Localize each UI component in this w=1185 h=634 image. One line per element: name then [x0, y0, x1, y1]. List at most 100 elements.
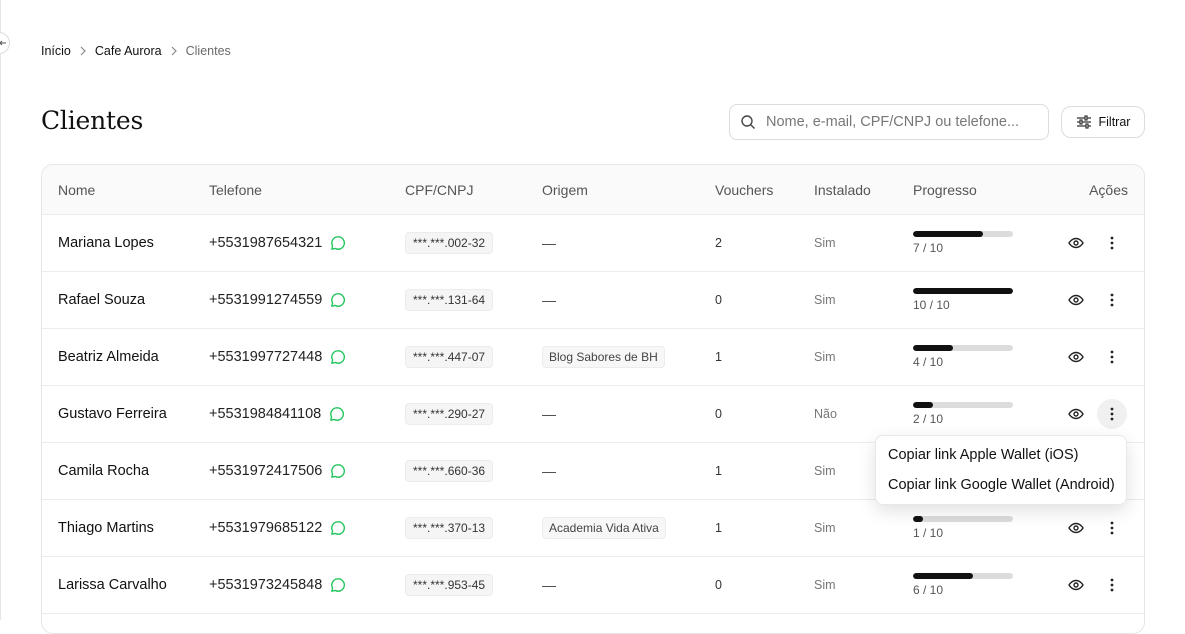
client-phone: +5531987654321 — [209, 235, 346, 251]
client-phone-number: +5531973245848 — [209, 576, 323, 593]
eye-icon[interactable] — [1068, 520, 1084, 536]
copy-apple-wallet-link[interactable]: Copiar link Apple Wallet (iOS) — [876, 440, 1126, 470]
progress-bar-fill — [913, 344, 953, 351]
progress-bar — [913, 401, 1013, 408]
client-phone-number: +5531991274559 — [209, 291, 323, 308]
clients-table: Nome Telefone CPF/CNPJ Origem Vouchers I… — [41, 164, 1145, 634]
breadcrumb-business[interactable]: Cafe Aurora — [95, 44, 162, 58]
kebab-icon[interactable] — [1097, 570, 1127, 600]
client-progress: 7 / 10 — [913, 230, 1013, 255]
client-cpf: ***.***.660-36 — [405, 459, 494, 482]
chevron-right-icon — [170, 46, 178, 56]
progress-bar — [913, 515, 1013, 522]
whatsapp-icon[interactable] — [330, 292, 346, 308]
eye-icon[interactable] — [1068, 577, 1084, 593]
client-progress: 1 / 10 — [913, 515, 1013, 540]
whatsapp-icon[interactable] — [330, 520, 346, 536]
progress-bar-fill — [913, 515, 923, 522]
search-input[interactable] — [764, 113, 1048, 131]
client-phone-number: +5531979685122 — [209, 519, 323, 536]
column-header-progress: Progresso — [913, 182, 977, 198]
eye-icon[interactable] — [1068, 292, 1084, 308]
client-name: Larissa Carvalho — [58, 576, 167, 593]
progress-label: 1 / 10 — [913, 525, 944, 540]
progress-label: 7 / 10 — [913, 240, 944, 255]
breadcrumb-home[interactable]: Início — [41, 44, 71, 58]
sliders-icon — [1076, 115, 1091, 129]
breadcrumb-current: Clientes — [185, 44, 231, 58]
progress-label: 6 / 10 — [913, 582, 944, 597]
client-installed: Sim — [814, 577, 836, 592]
progress-bar — [913, 230, 1013, 237]
progress-bar-fill — [913, 572, 973, 579]
client-cpf: ***.***.447-07 — [405, 345, 494, 368]
client-name: Mariana Lopes — [58, 234, 154, 251]
kebab-icon[interactable] — [1097, 342, 1127, 372]
filter-button[interactable]: Filtrar — [1061, 106, 1145, 138]
progress-bar-fill — [913, 401, 933, 408]
client-installed: Sim — [814, 463, 836, 478]
kebab-icon[interactable] — [1097, 398, 1127, 429]
client-phone: +5531997727448 — [209, 349, 346, 365]
sidebar-toggle-button[interactable] — [0, 32, 10, 54]
eye-icon[interactable] — [1068, 406, 1084, 422]
client-phone-number: +5531984841108 — [209, 405, 322, 422]
client-origin-empty: — — [542, 576, 556, 593]
column-header-actions: Ações — [1089, 182, 1128, 198]
kebab-icon[interactable] — [1097, 228, 1127, 258]
table-row[interactable]: Larissa Carvalho +5531973245848 ***.***.… — [42, 556, 1144, 614]
client-phone: +5531991274559 — [209, 292, 346, 308]
table-row[interactable]: Mariana Lopes +5531987654321 ***.***.002… — [42, 214, 1144, 272]
progress-bar — [913, 287, 1013, 294]
eye-icon[interactable] — [1068, 235, 1084, 251]
table-row[interactable]: Thiago Martins +5531979685122 ***.***.37… — [42, 499, 1144, 557]
whatsapp-icon[interactable] — [329, 406, 345, 422]
client-origin-empty: — — [542, 291, 556, 308]
arrow-left-icon — [0, 40, 6, 46]
column-header-installed: Instalado — [814, 182, 871, 198]
progress-bar — [913, 572, 1013, 579]
kebab-icon[interactable] — [1097, 285, 1127, 315]
client-vouchers: 1 — [715, 349, 722, 364]
client-phone: +5531984841108 — [209, 406, 345, 422]
client-name: Gustavo Ferreira — [58, 405, 167, 422]
client-name: Beatriz Almeida — [58, 348, 159, 365]
client-installed: Não — [814, 406, 837, 421]
client-cpf: ***.***.131-64 — [405, 288, 494, 311]
client-origin: Academia Vida Ativa — [542, 516, 666, 539]
client-name: Camila Rocha — [58, 462, 150, 479]
client-cpf: ***.***.290-27 — [405, 402, 494, 425]
client-phone: +5531973245848 — [209, 577, 346, 593]
row-actions-menu: Copiar link Apple Wallet (iOS) Copiar li… — [875, 435, 1127, 505]
eye-icon[interactable] — [1068, 349, 1084, 365]
client-phone-number: +5531987654321 — [209, 234, 323, 251]
column-header-phone: Telefone — [209, 182, 262, 198]
client-vouchers: 1 — [715, 463, 722, 478]
table-row[interactable]: Beatriz Almeida +5531997727448 ***.***.4… — [42, 328, 1144, 386]
whatsapp-icon[interactable] — [330, 235, 346, 251]
progress-label: 10 / 10 — [913, 297, 950, 312]
column-header-cpf: CPF/CNPJ — [405, 182, 474, 198]
client-progress: 10 / 10 — [913, 287, 1013, 312]
filter-button-label: Filtrar — [1098, 115, 1131, 129]
chevron-right-icon — [79, 46, 87, 56]
client-progress: 2 / 10 — [913, 401, 1013, 426]
table-row[interactable]: Rafael Souza +5531991274559 ***.***.131-… — [42, 271, 1144, 329]
whatsapp-icon[interactable] — [330, 463, 346, 479]
column-header-name: Nome — [58, 182, 96, 198]
progress-bar-fill — [913, 287, 1013, 294]
sidebar-border — [0, 0, 1, 620]
whatsapp-icon[interactable] — [330, 577, 346, 593]
client-origin-empty: — — [542, 405, 556, 422]
client-vouchers: 1 — [715, 520, 722, 535]
client-progress: 4 / 10 — [913, 344, 1013, 369]
client-installed: Sim — [814, 235, 836, 250]
copy-google-wallet-link[interactable]: Copiar link Google Wallet (Android) — [876, 470, 1126, 500]
client-name: Rafael Souza — [58, 291, 146, 308]
client-cpf: ***.***.953-45 — [405, 573, 494, 596]
kebab-icon[interactable] — [1097, 513, 1127, 543]
breadcrumb: Início Cafe Aurora Clientes — [41, 44, 231, 58]
client-vouchers: 0 — [715, 577, 722, 592]
column-header-origin: Origem — [542, 182, 588, 198]
whatsapp-icon[interactable] — [330, 349, 346, 365]
